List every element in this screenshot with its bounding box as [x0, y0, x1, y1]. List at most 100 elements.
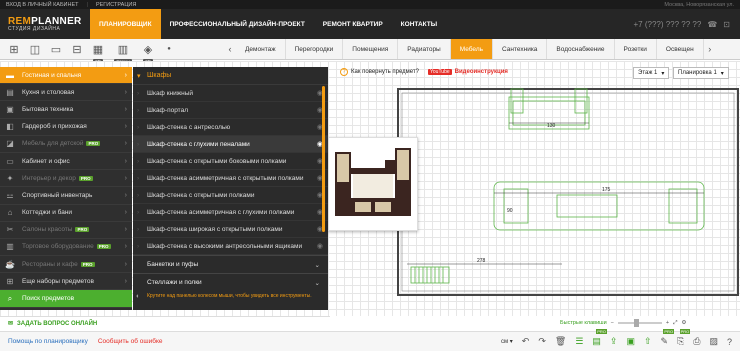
bullet-icon: › [137, 225, 140, 233]
submenu-title[interactable]: ▾ Шкафы [133, 67, 328, 85]
tab-water[interactable]: Водоснабжение [547, 39, 615, 59]
question-icon[interactable]: ? [340, 68, 348, 76]
register-link[interactable]: РЕГИСТРАЦИЯ [96, 2, 136, 8]
section-ottomans[interactable]: Банкетки и пуфы ⌄ [133, 255, 328, 273]
list-item[interactable]: › Шкаф-стенка с высокими антресольными ящ… [133, 238, 328, 255]
list-item[interactable]: › Шкаф-стенка с открытыми боковыми полкам… [133, 153, 328, 170]
sidebar-item-office[interactable]: ▭ Кабинет и офис › [0, 153, 132, 171]
2d-view-button[interactable]: ▦2D [89, 41, 107, 64]
zoom-handle[interactable] [633, 319, 639, 327]
zoom-in-icon[interactable]: + [666, 320, 669, 326]
list-item[interactable]: › Шкаф-стенка широкая с открытыми полками… [133, 221, 328, 238]
sidebar-item-decor[interactable]: ✦ Интерьер и декор PRO › [0, 170, 132, 188]
unit-select[interactable]: см ▾ [501, 338, 513, 345]
nav-planner[interactable]: ПЛАНИРОВЩИК [90, 9, 161, 39]
3d-view-button[interactable]: ◈3D [139, 41, 157, 64]
logo[interactable]: REMPLANNER СТУДИЯ ДИЗАЙНА [0, 16, 82, 32]
undo-icon[interactable]: ↶ [522, 336, 530, 347]
list-icon[interactable]: ☰ [575, 336, 583, 347]
tab-partitions[interactable]: Перегородки [286, 39, 344, 59]
estimate-icon[interactable]: ▤ [592, 329, 607, 347]
wall-tool-icon[interactable]: ◫ [26, 41, 44, 58]
list-item-label: Шкаф-стенка с высокими антресольными ящи… [147, 242, 303, 250]
chat-icon: ✉ [8, 321, 14, 327]
tab-lighting[interactable]: Освещен [657, 39, 704, 59]
sidebar-item-label: Кухня и столовая [22, 88, 75, 96]
tab-rooms[interactable]: Помещения [343, 39, 399, 59]
floor-tool-icon[interactable]: ▭ [47, 41, 65, 58]
zoom-out-icon[interactable]: − [611, 320, 614, 326]
sidebar-item-kids[interactable]: ◪ Мебель для детской PRO › [0, 136, 132, 153]
rotate-help-link[interactable]: Как повернуть предмет? [351, 69, 419, 75]
tab-radiators[interactable]: Радиаторы [398, 39, 451, 59]
chevron-left-icon[interactable]: ‹ [224, 44, 236, 54]
hint-text: Крутите над панелью колесом мыши, чтобы … [147, 293, 312, 299]
sidebar-item-kitchen[interactable]: ▤ Кухня и столовая › [0, 84, 132, 102]
chevron-down-icon: ⌄ [314, 261, 320, 269]
chevron-right-icon[interactable]: › [704, 44, 716, 54]
fit-icon[interactable]: ⤢ [673, 320, 677, 327]
redo-icon[interactable]: ↷ [538, 336, 546, 347]
list-item[interactable]: › Шкаф-портал ◉ [133, 102, 328, 119]
tab-plumbing[interactable]: Сантехника [493, 39, 548, 59]
sidebar-item-label: Гардероб и прихожая [22, 123, 87, 131]
walls-view-button[interactable]: ▥Стены [110, 41, 136, 64]
nav-contacts[interactable]: КОНТАКТЫ [392, 9, 446, 39]
save-icon[interactable]: ▣ [626, 336, 635, 347]
trash-icon[interactable]: 🗑 [555, 336, 566, 347]
pro-icon[interactable]: ● [160, 41, 178, 58]
sidebar-item-sport[interactable]: ⚍ Спортивный инвентарь › [0, 187, 132, 205]
image-icon[interactable]: ▨ [709, 336, 718, 347]
upload-icon[interactable]: ⇧ [644, 336, 652, 347]
ask-online-button[interactable]: ✉ ЗАДАТЬ ВОПРОС ОНЛАЙН [0, 316, 330, 330]
settings-icon[interactable]: ⚙ [682, 320, 687, 326]
list-item[interactable]: › Шкаф-стенка с открытыми полками ◉ [133, 187, 328, 204]
cart-icon[interactable]: ⊡ [723, 20, 730, 29]
print-icon[interactable]: ⎙ [693, 336, 700, 347]
shop-icon: ▥ [6, 242, 14, 252]
list-item[interactable]: › Шкаф-стенка с антресолью ◉ [133, 119, 328, 136]
sidebar-item-restaurant[interactable]: ☕ Рестораны и кафе PRO › [0, 256, 132, 274]
tab-furniture[interactable]: Мебель [450, 39, 493, 59]
eye-icon[interactable]: ◉ [317, 242, 323, 250]
help-link[interactable]: Помощь по планировщику [0, 338, 88, 345]
window-tool-icon[interactable]: ⊟ [68, 41, 86, 58]
nav-repair[interactable]: РЕМОНТ КВАРТИР [314, 9, 392, 39]
sidebar-item-retail[interactable]: ▥ Торговое оборудование PRO › [0, 239, 132, 257]
sidebar-item-appliances[interactable]: ▣ Бытовая техника › [0, 101, 132, 119]
sidebar-item-search[interactable]: ⌕ Поиск предметов [0, 290, 132, 308]
sidebar-item-cottage[interactable]: ⌂ Коттеджи и бани › [0, 205, 132, 222]
pdf-icon[interactable]: ⎘ [677, 329, 691, 347]
submenu-scrollbar[interactable] [322, 86, 325, 232]
sidebar-item-more-sets[interactable]: ⊞ Еще наборы предметов › [0, 273, 132, 291]
tab-sockets[interactable]: Розетки [615, 39, 657, 59]
list-item[interactable]: › Шкаф-стенка с глухими пеналами ◉ [133, 136, 328, 153]
video-guide-link[interactable]: Видеоинструкция [455, 69, 508, 75]
share-icon[interactable]: ⇪ [610, 336, 618, 347]
hotkeys-link[interactable]: Быстрые клавиши [560, 320, 607, 326]
floor-select[interactable]: Этаж 1 ▾ [633, 67, 670, 79]
list-item[interactable]: › Шкаф книжный ◉ [133, 85, 328, 102]
help-icon[interactable]: ? [727, 337, 732, 347]
sidebar-item-beauty[interactable]: ✂ Салоны красоты PRO › [0, 222, 132, 239]
nav-design-project[interactable]: ПРОФЕССИОНАЛЬНЫЙ ДИЗАЙН-ПРОЕКТ [161, 9, 314, 39]
bullet-icon: › [137, 174, 140, 182]
edit-icon[interactable]: ✎ [661, 329, 674, 347]
grid-icon[interactable]: ⊞ [5, 41, 23, 58]
layout-select[interactable]: Планировка 1 ▾ [673, 67, 729, 79]
dim-175: 175 [602, 187, 611, 193]
section-shelves[interactable]: Стеллажи и полки ⌄ [133, 273, 328, 291]
report-error-link[interactable]: Сообщить об ошибке [98, 338, 163, 345]
zoom-slider[interactable] [617, 319, 662, 327]
list-item[interactable]: › Шкаф-стенка асимметричная с глухими пол… [133, 204, 328, 221]
tab-demolition[interactable]: Демонтаж [236, 39, 286, 59]
help-bar: ? Как повернуть предмет? YouTube Видеоин… [340, 68, 508, 76]
login-link[interactable]: ВХОД В ЛИЧНЫЙ КАБИНЕТ [6, 2, 79, 8]
sidebar-item-wardrobe[interactable]: ◧ Гардероб и прихожая › [0, 119, 132, 136]
kitchen-icon: ▤ [6, 87, 14, 97]
sidebar-item-living[interactable]: ▬ Гостиная и спальня › [0, 67, 132, 85]
label-text: Торговое оборудование [22, 243, 94, 251]
list-item[interactable]: › Шкаф-стенка асимметричная с открытыми п… [133, 170, 328, 187]
youtube-icon[interactable]: YouTube [428, 69, 452, 75]
phone-icon[interactable]: ☎ [707, 20, 717, 29]
